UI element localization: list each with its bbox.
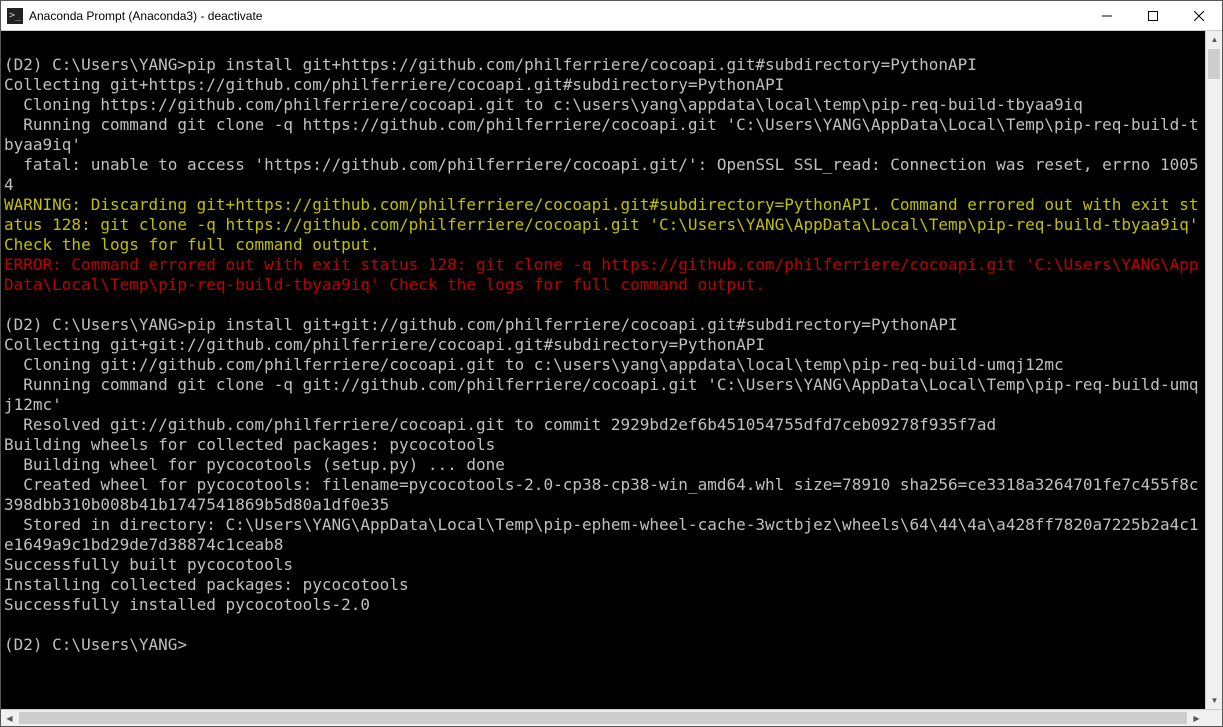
terminal-line: Cloning https://github.com/philferriere/… [4, 95, 1083, 114]
close-button[interactable] [1176, 1, 1222, 30]
window-controls [1084, 1, 1222, 30]
titlebar[interactable]: >_ Anaconda Prompt (Anaconda3) - deactiv… [1, 1, 1222, 31]
terminal-line: (D2) C:\Users\YANG>pip install git+https… [4, 55, 977, 74]
scroll-thumb-horizontal[interactable] [19, 712, 1187, 724]
maximize-button[interactable] [1130, 1, 1176, 30]
terminal-line: Collecting git+https://github.com/philfe… [4, 75, 784, 94]
terminal-line: Resolved git://github.com/philferriere/c… [4, 415, 996, 434]
terminal[interactable]: (D2) C:\Users\YANG>pip install git+https… [1, 31, 1205, 709]
terminal-wrap: (D2) C:\Users\YANG>pip install git+https… [1, 31, 1222, 726]
terminal-line: Stored in directory: C:\Users\YANG\AppDa… [4, 515, 1198, 554]
terminal-line: Installing collected packages: pycocotoo… [4, 575, 409, 594]
scroll-thumb-vertical[interactable] [1208, 49, 1220, 79]
terminal-line: (D2) C:\Users\YANG> [4, 635, 187, 654]
terminal-line: Running command git clone -q git://githu… [4, 375, 1198, 414]
vertical-scrollbar[interactable]: ▲ ▼ [1205, 31, 1222, 709]
terminal-output: (D2) C:\Users\YANG>pip install git+https… [4, 35, 1202, 655]
terminal-line: Building wheels for collected packages: … [4, 435, 495, 454]
scroll-right-icon[interactable]: ▶ [1188, 710, 1205, 726]
terminal-line: Created wheel for pycocotools: filename=… [4, 475, 1198, 514]
scroll-down-icon[interactable]: ▼ [1206, 692, 1222, 709]
terminal-line: fatal: unable to access 'https://github.… [4, 155, 1198, 194]
scrollbar-corner [1205, 710, 1222, 726]
terminal-line: Successfully installed pycocotools-2.0 [4, 595, 370, 614]
terminal-line: Successfully built pycocotools [4, 555, 293, 574]
terminal-line: Cloning git://github.com/philferriere/co… [4, 355, 1064, 374]
horizontal-scrollbar[interactable]: ◀ ▶ [1, 709, 1222, 726]
terminal-line: Running command git clone -q https://git… [4, 115, 1198, 154]
terminal-line: Building wheel for pycocotools (setup.py… [4, 455, 505, 474]
terminal-line: (D2) C:\Users\YANG>pip install git+git:/… [4, 315, 958, 334]
scroll-left-icon[interactable]: ◀ [1, 710, 18, 726]
terminal-line: WARNING: Discarding git+https://github.c… [4, 195, 1205, 254]
terminal-line: ERROR: Command errored out with exit sta… [4, 255, 1198, 294]
app-icon: >_ [7, 8, 23, 24]
terminal-line: Collecting git+git://github.com/philferr… [4, 335, 765, 354]
window-title: Anaconda Prompt (Anaconda3) - deactivate [29, 9, 262, 23]
minimize-button[interactable] [1084, 1, 1130, 30]
scroll-up-icon[interactable]: ▲ [1206, 31, 1222, 48]
window-frame: >_ Anaconda Prompt (Anaconda3) - deactiv… [0, 0, 1223, 727]
